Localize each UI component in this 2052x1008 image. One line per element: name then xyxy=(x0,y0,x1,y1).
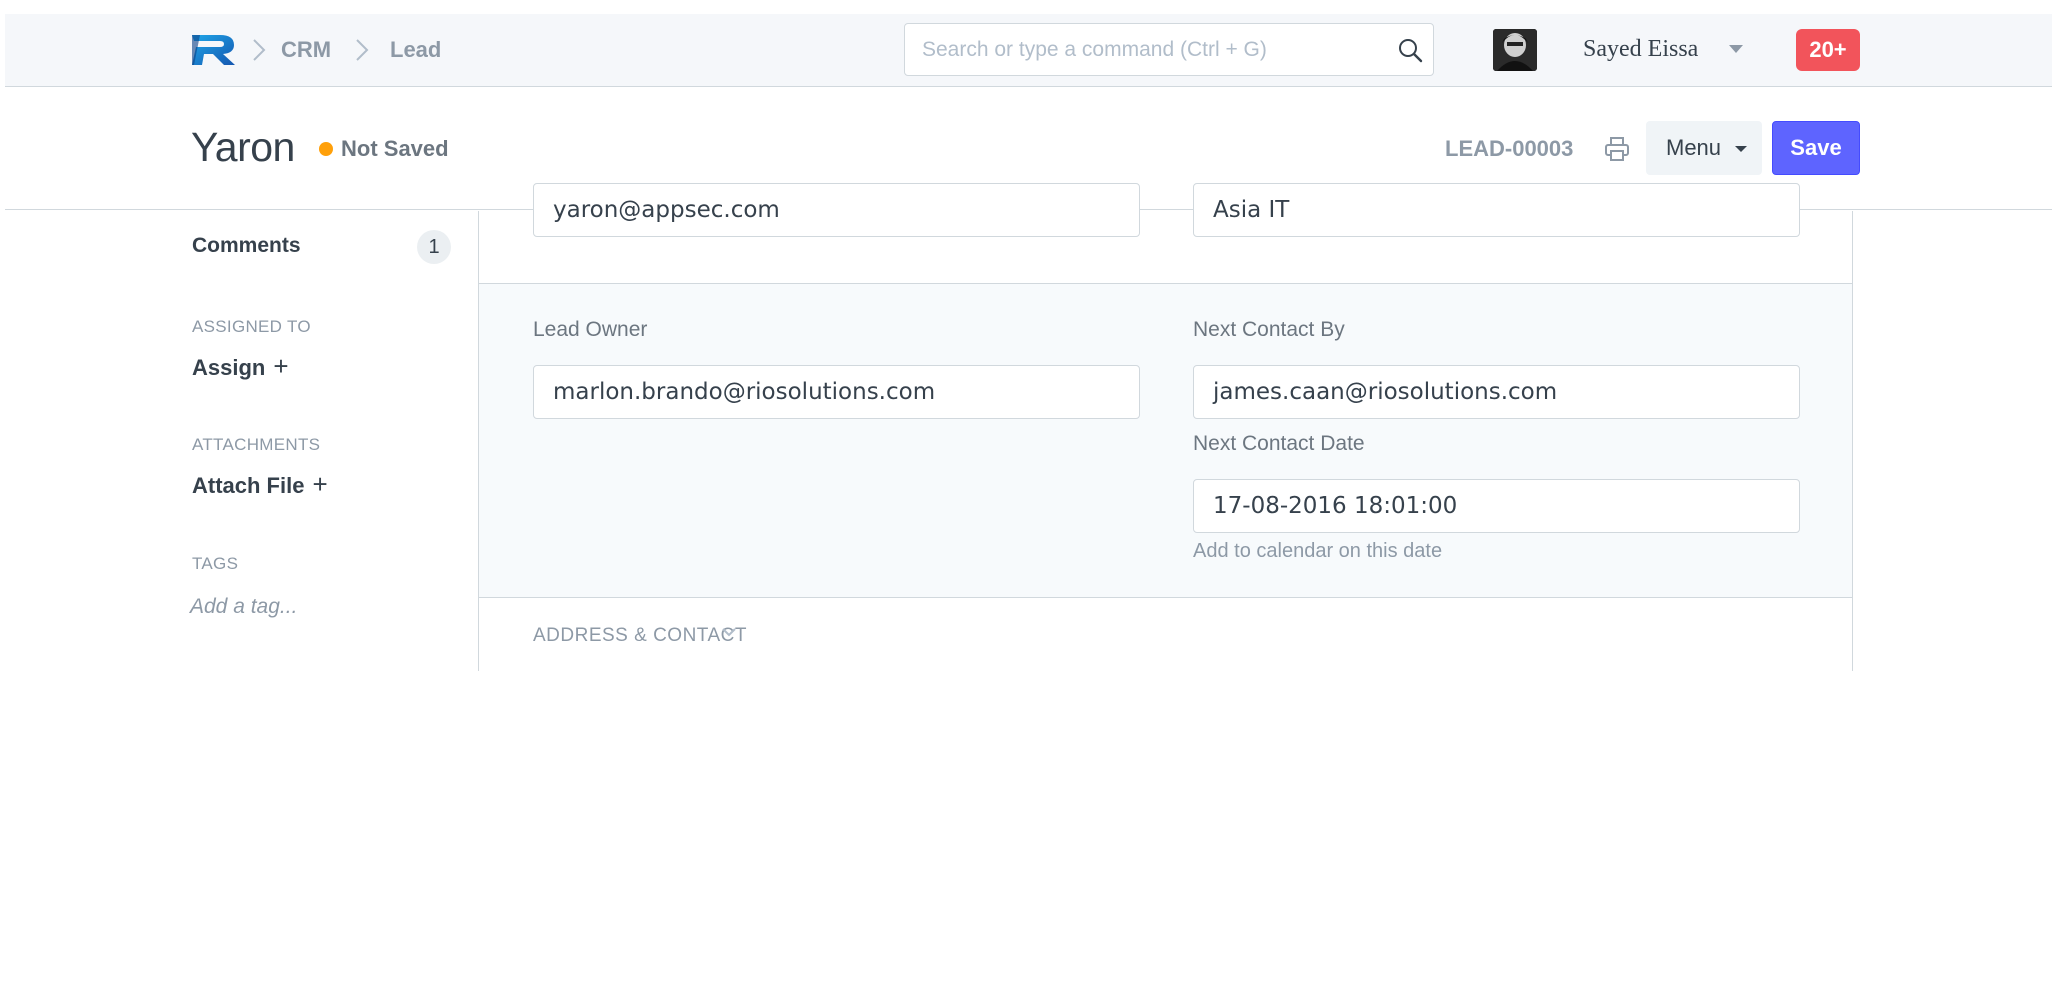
caret-down-icon xyxy=(1735,146,1747,152)
assign-button[interactable]: Assign + xyxy=(192,351,289,381)
user-avatar[interactable] xyxy=(1493,29,1537,71)
plus-icon: + xyxy=(273,351,289,381)
attach-file-button[interactable]: Attach File + xyxy=(192,469,328,499)
company-field[interactable]: Asia IT xyxy=(1193,183,1800,237)
page-title: Yaron xyxy=(191,124,295,170)
assign-label: Assign xyxy=(192,355,266,380)
form-sidebar: Comments 1 ASSIGNED TO Assign + ATTACHMEN… xyxy=(0,211,478,671)
next-contact-by-label: Next Contact By xyxy=(1193,318,1345,341)
next-contact-date-label: Next Contact Date xyxy=(1193,432,1365,455)
status-indicator: Not Saved xyxy=(341,136,449,161)
email-field[interactable]: yaron@appsec.com xyxy=(533,183,1140,237)
print-icon[interactable] xyxy=(1603,135,1631,163)
next-contact-by-field[interactable]: james.caan@riosolutions.com xyxy=(1193,365,1800,419)
add-tag-input[interactable]: Add a tag... xyxy=(190,593,297,621)
breadcrumb-separator-icon xyxy=(356,39,369,61)
breadcrumb-crm[interactable]: CRM xyxy=(281,36,331,64)
search-icon[interactable] xyxy=(1397,37,1423,63)
app-logo-icon[interactable] xyxy=(190,31,240,67)
menu-button[interactable]: Menu xyxy=(1646,121,1762,175)
breadcrumb-separator-icon xyxy=(253,39,266,61)
next-contact-date-field[interactable]: 17-08-2016 18:01:00 xyxy=(1193,479,1800,533)
assigned-to-heading: ASSIGNED TO xyxy=(192,317,311,336)
breadcrumb-lead[interactable]: Lead xyxy=(390,36,441,64)
attach-file-label: Attach File xyxy=(192,473,305,498)
top-navbar: CRM Lead Sayed Eissa 20+ xyxy=(5,14,2052,87)
next-contact-date-help: Add to calendar on this date xyxy=(1193,540,1443,562)
search-input[interactable] xyxy=(922,24,1392,75)
comments-link[interactable]: Comments xyxy=(192,231,301,261)
notifications-badge[interactable]: 20+ xyxy=(1796,29,1860,71)
chevron-down-icon[interactable] xyxy=(1727,42,1745,56)
status-dot-icon xyxy=(319,142,333,156)
menu-button-label: Menu xyxy=(1666,135,1722,160)
user-name[interactable]: Sayed Eissa xyxy=(1583,32,1698,66)
lead-form: yaron@appsec.com Asia IT Lead Owner marl… xyxy=(478,183,1853,671)
attachments-heading: ATTACHMENTS xyxy=(192,435,321,454)
tags-heading: TAGS xyxy=(192,554,239,573)
lead-owner-label: Lead Owner xyxy=(533,318,648,341)
save-button[interactable]: Save xyxy=(1772,121,1860,175)
chevron-down-icon[interactable] xyxy=(721,626,737,638)
avatar-image-icon xyxy=(1493,29,1537,71)
search-box[interactable] xyxy=(904,23,1434,76)
address-contact-section-toggle[interactable]: ADDRESS & CONTACT xyxy=(533,623,747,649)
form-section-owner: Lead Owner marlon.brando@riosolutions.co… xyxy=(479,284,1852,598)
lead-owner-field[interactable]: marlon.brando@riosolutions.com xyxy=(533,365,1140,419)
document-name: LEAD-00003 xyxy=(1445,136,1574,161)
plus-icon: + xyxy=(312,469,328,499)
form-section-contact: yaron@appsec.com Asia IT xyxy=(479,183,1852,284)
form-section-address[interactable]: ADDRESS & CONTACT xyxy=(479,598,1852,671)
comments-count-badge: 1 xyxy=(417,230,451,264)
